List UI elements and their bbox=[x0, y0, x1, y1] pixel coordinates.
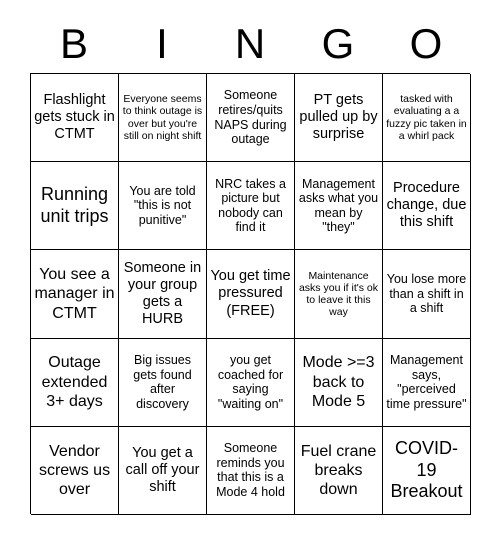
bingo-cell-text: You see a manager in CTMT bbox=[34, 266, 115, 322]
bingo-cell-o5[interactable]: COVID-19 Breakout bbox=[383, 426, 471, 515]
bingo-cell-n5[interactable]: Someone reminds you that this is a Mode … bbox=[207, 426, 295, 515]
bingo-cell-text: Someone retires/quits NAPS during outage bbox=[214, 88, 287, 147]
bingo-cell-text: PT gets pulled up by surprise bbox=[299, 91, 378, 143]
bingo-cell-n3-free[interactable]: You get time pressured (FREE) bbox=[207, 250, 295, 339]
bingo-cell-b2[interactable]: Running unit trips bbox=[31, 162, 119, 251]
bingo-header-letter-g: G bbox=[321, 19, 355, 67]
bingo-header-letter-i: I bbox=[156, 19, 168, 67]
bingo-header-letter-b: B bbox=[59, 19, 88, 67]
bingo-cell-n2[interactable]: NRC takes a picture but nobody can find … bbox=[207, 162, 295, 251]
bingo-cell-i2[interactable]: You are told "this is not punitive" bbox=[119, 162, 207, 251]
bingo-cell-text: Everyone seems to think outage is over b… bbox=[122, 93, 203, 142]
bingo-cell-g4[interactable]: Mode >=3 back to Mode 5 bbox=[295, 338, 383, 427]
bingo-cell-n1[interactable]: Someone retires/quits NAPS during outage bbox=[207, 74, 295, 163]
bingo-cell-text: Management asks what you mean by "they" bbox=[298, 176, 379, 235]
bingo-cell-text: Mode >=3 back to Mode 5 bbox=[302, 354, 375, 410]
bingo-cell-text: tasked with evaluating a a fuzzy pic tak… bbox=[386, 93, 467, 142]
bingo-cell-text: Fuel crane breaks down bbox=[300, 442, 377, 498]
bingo-cell-b1[interactable]: Flashlight gets stuck in CTMT bbox=[31, 74, 119, 163]
bingo-cell-text: You are told "this is not punitive" bbox=[129, 183, 196, 228]
bingo-cell-g3[interactable]: Maintenance asks you if it's ok to leave… bbox=[295, 250, 383, 339]
bingo-grid: Flashlight gets stuck in CTMT Everyone s… bbox=[30, 73, 471, 515]
bingo-cell-text: You get time pressured (FREE) bbox=[210, 268, 291, 319]
bingo-cell-text: Someone reminds you that this is a Mode … bbox=[216, 441, 285, 499]
bingo-card: B I N G O Flashlight gets stuck in CTMT … bbox=[0, 0, 500, 544]
bingo-cell-g5[interactable]: Fuel crane breaks down bbox=[295, 426, 383, 515]
bingo-cell-text: You lose more than a shift in a shift bbox=[386, 272, 467, 316]
bingo-header-letter-n: N bbox=[234, 19, 266, 67]
bingo-cell-i5[interactable]: You get a call off your shift bbox=[119, 426, 207, 515]
bingo-header-row: B I N G O bbox=[30, 14, 470, 73]
bingo-cell-b5[interactable]: Vendor screws us over bbox=[31, 426, 119, 515]
bingo-cell-g2[interactable]: Management asks what you mean by "they" bbox=[295, 162, 383, 251]
bingo-cell-text: Maintenance asks you if it's ok to leave… bbox=[298, 269, 379, 319]
bingo-cell-text: NRC takes a picture but nobody can find … bbox=[215, 176, 286, 235]
bingo-cell-text: Flashlight gets stuck in CTMT bbox=[34, 91, 115, 143]
bingo-cell-text: Procedure change, due this shift bbox=[386, 180, 467, 231]
bingo-cell-b3[interactable]: You see a manager in CTMT bbox=[31, 250, 119, 339]
bingo-cell-o2[interactable]: Procedure change, due this shift bbox=[383, 162, 471, 251]
bingo-cell-b4[interactable]: Outage extended 3+ days bbox=[31, 338, 119, 427]
bingo-cell-n4[interactable]: you get coached for saying "waiting on" bbox=[207, 338, 295, 427]
bingo-cell-text: Vendor screws us over bbox=[38, 442, 111, 498]
bingo-cell-i4[interactable]: Big issues gets found after discovery bbox=[119, 338, 207, 427]
bingo-cell-text: Someone in your group gets a HURB bbox=[123, 259, 202, 328]
bingo-cell-text: You get a call off your shift bbox=[125, 444, 200, 495]
bingo-header-letter-o: O bbox=[409, 19, 443, 67]
bingo-cell-text: Running unit trips bbox=[40, 184, 109, 226]
bingo-cell-text: Big issues gets found after discovery bbox=[133, 352, 192, 411]
bingo-cell-text: COVID-19 Breakout bbox=[390, 437, 463, 502]
bingo-cell-text: Management says, "perceived time pressur… bbox=[386, 352, 467, 411]
bingo-cell-o4[interactable]: Management says, "perceived time pressur… bbox=[383, 338, 471, 427]
bingo-cell-i3[interactable]: Someone in your group gets a HURB bbox=[119, 250, 207, 339]
bingo-cell-o3[interactable]: You lose more than a shift in a shift bbox=[383, 250, 471, 339]
bingo-cell-i1[interactable]: Everyone seems to think outage is over b… bbox=[119, 74, 207, 163]
bingo-cell-text: you get coached for saying "waiting on" bbox=[217, 352, 284, 411]
bingo-cell-g1[interactable]: PT gets pulled up by surprise bbox=[295, 74, 383, 163]
bingo-cell-o1[interactable]: tasked with evaluating a a fuzzy pic tak… bbox=[383, 74, 471, 163]
bingo-cell-text: Outage extended 3+ days bbox=[41, 354, 108, 410]
